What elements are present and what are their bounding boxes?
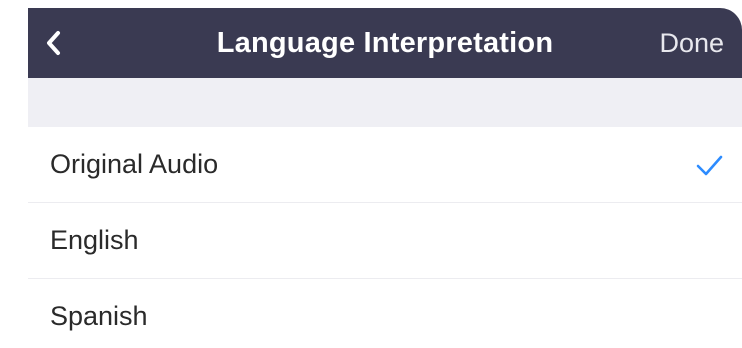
- language-label: English: [50, 225, 139, 255]
- language-label: Spanish: [50, 301, 148, 331]
- language-option-spanish[interactable]: Spanish: [28, 279, 742, 348]
- language-list: Original Audio English Spanish: [28, 127, 742, 348]
- interpretation-screen: Language Interpretation Done Original Au…: [28, 8, 742, 348]
- language-option-english[interactable]: English: [28, 203, 742, 279]
- nav-bar: Language Interpretation Done: [28, 8, 742, 78]
- section-spacer: [28, 78, 742, 127]
- done-button[interactable]: Done: [659, 8, 724, 78]
- language-label: Original Audio: [50, 149, 219, 179]
- checkmark-icon: [696, 155, 723, 176]
- page-title: Language Interpretation: [216, 27, 554, 59]
- language-option-original-audio[interactable]: Original Audio: [28, 127, 742, 203]
